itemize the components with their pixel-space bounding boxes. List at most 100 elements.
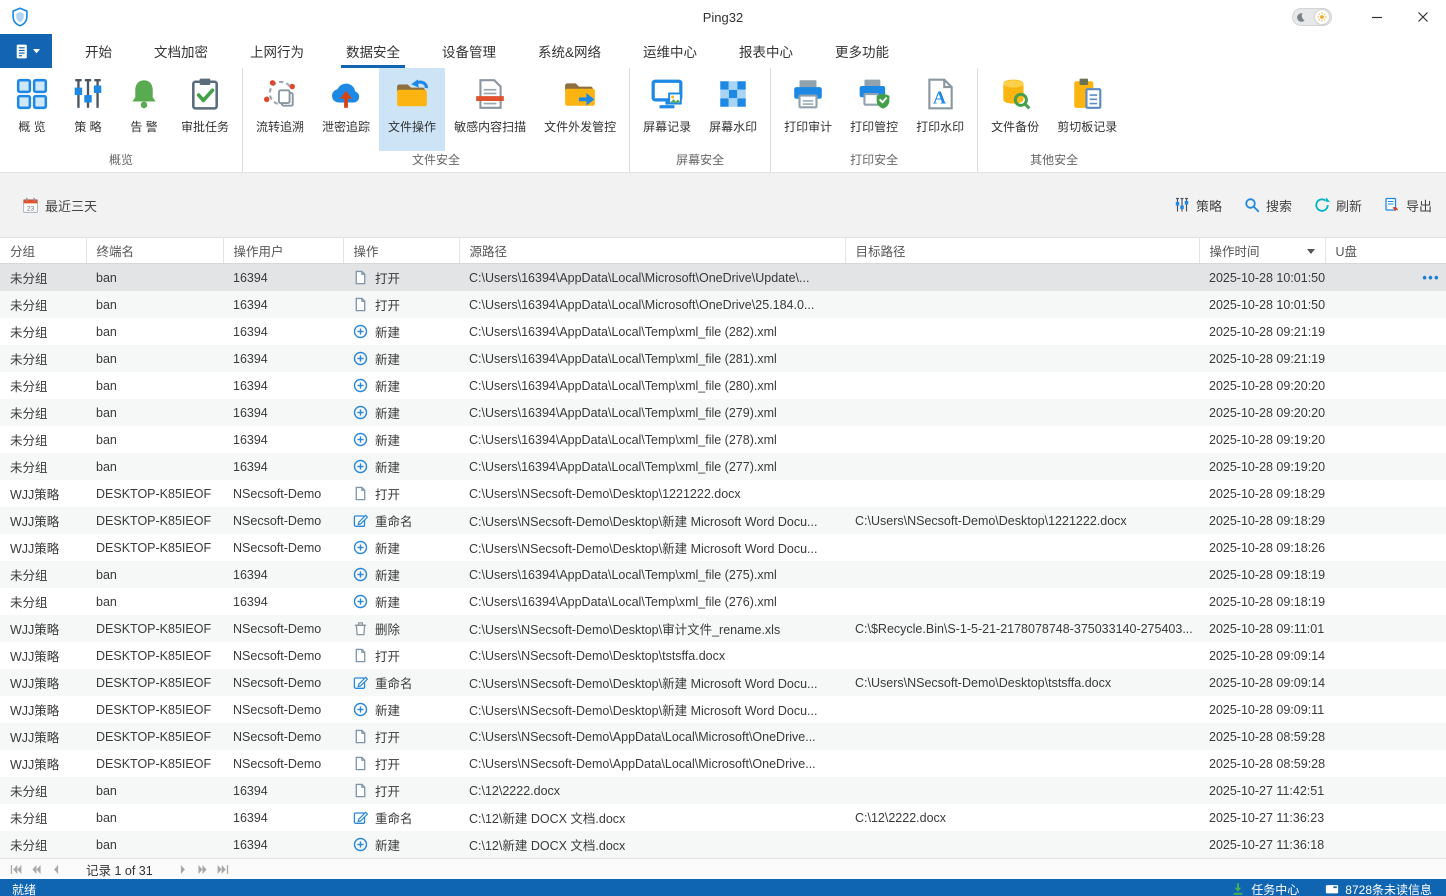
cell-user: NSecsoft-Demo [223, 480, 343, 507]
statusbar: 就绪 任务中心 8728条未读信息 [0, 879, 1446, 896]
table-row[interactable]: WJJ策略DESKTOP-K85IEOFNSecsoft-Demo新建C:\Us… [0, 696, 1446, 723]
sliders-sm-action-button[interactable]: 策略 [1174, 196, 1222, 215]
table-row[interactable]: 未分组ban16394新建C:\Users\16394\AppData\Loca… [0, 345, 1446, 372]
app-menu-button[interactable] [0, 34, 52, 68]
column-header-7[interactable]: 操作时间 [1199, 238, 1325, 264]
menu-tab-4[interactable]: 数据安全 [325, 34, 421, 68]
cell-terminal: DESKTOP-K85IEOF [86, 696, 223, 723]
theme-toggle[interactable] [1292, 8, 1332, 26]
ribbon-item-bell[interactable]: 告 警 [116, 68, 172, 151]
ribbon-item-db-search[interactable]: 文件备份 [982, 68, 1048, 151]
ribbon-item-grid[interactable]: 概 览 [4, 68, 60, 151]
ribbon-group-label: 文件安全 [247, 151, 625, 172]
table-row[interactable]: 未分组ban16394新建C:\Users\16394\AppData\Loca… [0, 453, 1446, 480]
column-header-5[interactable]: 源路径 [459, 238, 845, 264]
menu-tab-2[interactable]: 文档加密 [133, 34, 229, 68]
cell-user: 16394 [223, 588, 343, 615]
ribbon-item-monitor[interactable]: 屏幕记录 [634, 68, 700, 151]
ribbon-item-cloud-up[interactable]: 泄密追踪 [313, 68, 379, 151]
cell-terminal: DESKTOP-K85IEOF [86, 480, 223, 507]
column-header-1[interactable]: 分组 [0, 238, 86, 264]
table-row[interactable]: 未分组ban16394重命名C:\12\新建 DOCX 文档.docxC:\12… [0, 804, 1446, 831]
ribbon-item-doc-scan[interactable]: 敏感内容扫描 [445, 68, 535, 151]
first-page-button[interactable] [6, 861, 26, 877]
ribbon-item-printer[interactable]: 打印审计 [775, 68, 841, 151]
cell-group: WJJ策略 [0, 723, 86, 750]
table-row[interactable]: WJJ策略DESKTOP-K85IEOFNSecsoft-Demo删除C:\Us… [0, 615, 1446, 642]
ribbon-item-watermark[interactable]: 屏幕水印 [700, 68, 766, 151]
op-new-icon [353, 837, 368, 852]
menu-tab-6[interactable]: 系统&网络 [517, 34, 622, 68]
ribbon-item-folder-out[interactable]: 文件外发管控 [535, 68, 625, 151]
sort-caret-icon[interactable] [1307, 249, 1315, 254]
export-action-button[interactable]: 导出 [1384, 196, 1432, 215]
menu-tab-9[interactable]: 更多功能 [814, 34, 910, 68]
op-delete-icon [353, 621, 368, 636]
table-row[interactable]: 未分组ban16394新建C:\Users\16394\AppData\Loca… [0, 561, 1446, 588]
cell-target-path [845, 750, 1199, 777]
ribbon-item-folder-return[interactable]: 文件操作 [379, 68, 445, 151]
table-row[interactable]: WJJ策略DESKTOP-K85IEOFNSecsoft-Demo打开C:\Us… [0, 750, 1446, 777]
next-page-button[interactable] [173, 861, 193, 877]
ribbon-item-clipboard-check[interactable]: 审批任务 [172, 68, 238, 151]
cell-group: 未分组 [0, 345, 86, 372]
table-row[interactable]: WJJ策略DESKTOP-K85IEOFNSecsoft-Demo重命名C:\U… [0, 669, 1446, 696]
table-row[interactable]: 未分组ban16394新建C:\Users\16394\AppData\Loca… [0, 372, 1446, 399]
table-row[interactable]: 未分组ban16394新建C:\Users\16394\AppData\Loca… [0, 588, 1446, 615]
column-header-6[interactable]: 目标路径 [845, 238, 1199, 264]
table-row[interactable]: WJJ策略DESKTOP-K85IEOFNSecsoft-Demo打开C:\Us… [0, 480, 1446, 507]
mail-icon [1325, 882, 1339, 896]
menu-tab-7[interactable]: 运维中心 [622, 34, 718, 68]
column-header-2[interactable]: 终端名 [86, 238, 223, 264]
cell-terminal: ban [86, 345, 223, 372]
cell-operation: 打开 [343, 723, 459, 750]
cell-terminal: ban [86, 291, 223, 318]
menu-tab-5[interactable]: 设备管理 [421, 34, 517, 68]
minimize-button[interactable] [1354, 0, 1400, 34]
table-row[interactable]: WJJ策略DESKTOP-K85IEOFNSecsoft-Demo打开C:\Us… [0, 723, 1446, 750]
table-row[interactable]: 未分组ban16394打开C:\Users\16394\AppData\Loca… [0, 264, 1446, 292]
ribbon-item-label: 打印审计 [784, 118, 832, 135]
table-row[interactable]: 未分组ban16394打开C:\12\2222.docx2025-10-27 1… [0, 777, 1446, 804]
last-page-button[interactable] [213, 861, 233, 877]
column-header-4[interactable]: 操作 [343, 238, 459, 264]
refresh-action-button[interactable]: 刷新 [1314, 196, 1362, 215]
table-row[interactable]: WJJ策略DESKTOP-K85IEOFNSecsoft-Demo重命名C:\U… [0, 507, 1446, 534]
cell-target-path [845, 534, 1199, 561]
cell-source-path: C:\Users\NSecsoft-Demo\AppData\Local\Mic… [459, 750, 845, 777]
date-filter-button[interactable]: 23 最近三天 [22, 196, 97, 215]
table-row[interactable]: 未分组ban16394新建C:\Users\16394\AppData\Loca… [0, 399, 1446, 426]
unread-messages-button[interactable]: 8728条未读信息 [1325, 881, 1432, 896]
prev-page-button[interactable] [46, 861, 66, 877]
cell-time: 2025-10-28 09:09:14 [1199, 669, 1325, 696]
close-button[interactable] [1400, 0, 1446, 34]
table-row[interactable]: WJJ策略DESKTOP-K85IEOFNSecsoft-Demo打开C:\Us… [0, 642, 1446, 669]
menu-tab-1[interactable]: 开始 [64, 34, 133, 68]
ribbon-item-trace[interactable]: 流转追溯 [247, 68, 313, 151]
operation-label: 重命名 [375, 808, 413, 827]
cell-target-path [845, 777, 1199, 804]
table-row[interactable]: 未分组ban16394打开C:\Users\16394\AppData\Loca… [0, 291, 1446, 318]
task-center-button[interactable]: 任务中心 [1231, 881, 1299, 896]
doc-scan-icon [473, 77, 507, 111]
ribbon-item-doc-a[interactable]: A打印水印 [907, 68, 973, 151]
search-action-button[interactable]: 搜索 [1244, 196, 1292, 215]
table-row[interactable]: 未分组ban16394新建C:\12\新建 DOCX 文档.docx2025-1… [0, 831, 1446, 858]
ribbon-item-clipboard-doc[interactable]: 剪切板记录 [1048, 68, 1126, 151]
cell-group: WJJ策略 [0, 750, 86, 777]
next-group-button[interactable] [193, 861, 213, 877]
menu-tab-3[interactable]: 上网行为 [229, 34, 325, 68]
column-header-8[interactable]: U盘 [1325, 238, 1446, 264]
row-actions-ellipsis-button[interactable]: ••• [1422, 271, 1442, 285]
column-header-3[interactable]: 操作用户 [223, 238, 343, 264]
table-row[interactable]: 未分组ban16394新建C:\Users\16394\AppData\Loca… [0, 318, 1446, 345]
table-row[interactable]: 未分组ban16394新建C:\Users\16394\AppData\Loca… [0, 426, 1446, 453]
menu-tab-8[interactable]: 报表中心 [718, 34, 814, 68]
prev-group-button[interactable] [26, 861, 46, 877]
cell-user: 16394 [223, 372, 343, 399]
operation-label: 新建 [375, 565, 400, 584]
ribbon-item-printer-shield[interactable]: 打印管控 [841, 68, 907, 151]
ribbon-item-sliders[interactable]: 策 略 [60, 68, 116, 151]
table-row[interactable]: WJJ策略DESKTOP-K85IEOFNSecsoft-Demo新建C:\Us… [0, 534, 1446, 561]
cell-source-path: C:\12\2222.docx [459, 777, 845, 804]
